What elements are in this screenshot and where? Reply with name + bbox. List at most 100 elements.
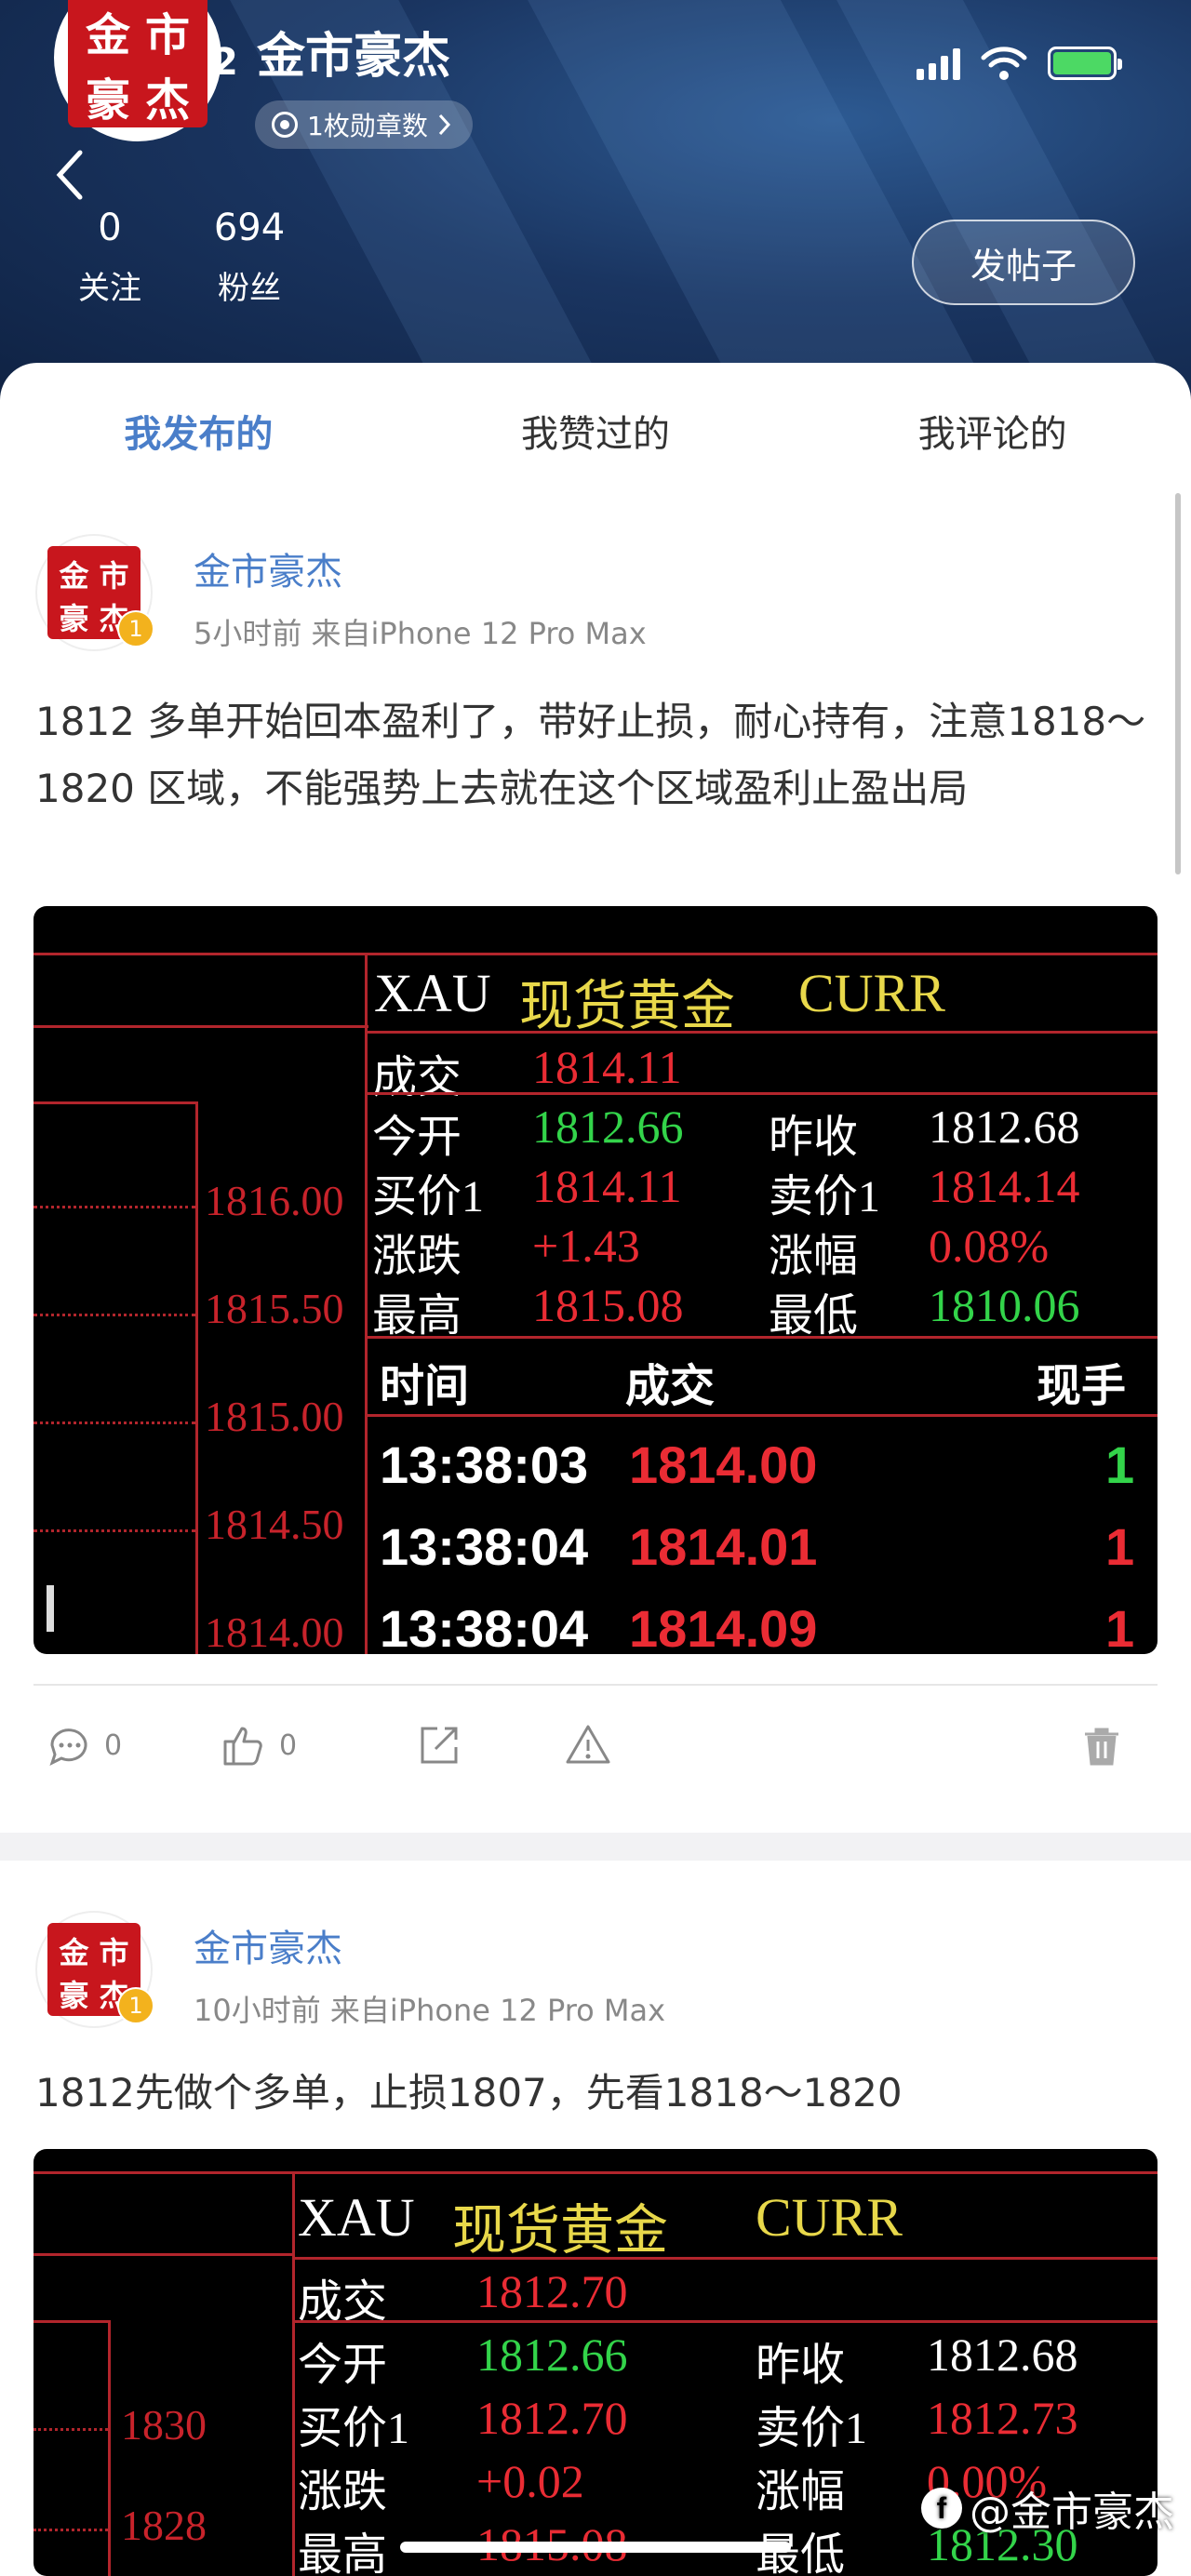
row-label: 涨幅 — [769, 1232, 859, 1281]
row-label: 最高 — [298, 2530, 388, 2576]
ask-value: 1814.14 — [929, 1160, 1080, 1212]
trash-icon — [1085, 1728, 1118, 1766]
deal-value: 1814.11 — [532, 1041, 682, 1093]
followers-count: 694 — [213, 207, 286, 249]
row-label: 昨收 — [756, 2341, 846, 2390]
chevron-right-icon — [438, 113, 450, 136]
row-label: 涨幅 — [756, 2467, 846, 2516]
post-actions: 0 0 — [0, 1702, 1191, 1795]
battery-icon — [1048, 47, 1122, 80]
back-arrow-icon[interactable] — [50, 147, 87, 203]
report-button[interactable] — [564, 1721, 612, 1769]
share-button[interactable] — [415, 1721, 463, 1769]
tab-liked[interactable]: 我赞过的 — [397, 389, 795, 458]
quote-currency: CURR — [798, 963, 945, 1023]
tick-price: 1814.01 — [629, 1517, 818, 1576]
post-card: 金市 豪杰 1 金市豪杰 10小时前 来自iPhone 12 Pro Max 1… — [0, 1861, 1191, 2576]
share-icon — [421, 1727, 458, 1764]
watermark: f @金市豪杰 — [921, 2478, 1174, 2538]
post-author[interactable]: 金市豪杰 — [194, 541, 342, 595]
followers-label: 粉丝 — [218, 270, 281, 307]
create-post-button[interactable]: 发帖子 — [912, 220, 1135, 305]
post-avatar[interactable]: 金市 豪杰 1 — [35, 534, 154, 651]
tick-time: 13:38:04 — [380, 1517, 589, 1576]
bid-value: 1812.70 — [476, 2392, 628, 2444]
like-count: 0 — [279, 1728, 298, 1762]
post-meta: 10小时前 来自iPhone 12 Pro Max — [194, 1993, 666, 2028]
quote-currency: CURR — [756, 2187, 903, 2248]
following-count: 0 — [98, 207, 122, 249]
like-button[interactable]: 0 — [220, 1721, 297, 1769]
tick-volume: 1 — [1105, 1517, 1135, 1576]
axis-label: 1814.00 — [205, 1608, 344, 1654]
signal-icon — [917, 47, 960, 80]
facebook-icon: f — [921, 2488, 962, 2529]
ticks-vol-header: 现手 — [1037, 1362, 1127, 1411]
change-value: +1.43 — [532, 1220, 640, 1272]
post-avatar[interactable]: 金市 豪杰 1 — [35, 1911, 154, 2028]
prev-close-value: 1812.68 — [929, 1101, 1080, 1153]
open-value: 1812.66 — [476, 2329, 628, 2381]
post-text: 1812 多单开始回本盈利了，带好止损，耐心持有，注意1818～1820 区域，… — [35, 699, 1146, 811]
profile-avatar[interactable]: 金市 豪杰 — [54, 0, 221, 141]
ticks-time-header: 时间 — [380, 1362, 470, 1411]
row-label: 今开 — [298, 2341, 388, 2390]
watermark-text: @金市豪杰 — [970, 2489, 1174, 2536]
row-label: 最低 — [769, 1291, 859, 1341]
tick-volume: 1 — [1105, 1599, 1135, 1654]
row-label: 最高 — [372, 1291, 462, 1341]
post-card: 金市 豪杰 1 金市豪杰 5小时前 来自iPhone 12 Pro Max 18… — [0, 484, 1191, 1833]
post-meta: 5小时前 来自iPhone 12 Pro Max — [194, 616, 647, 651]
tick-price: 1814.00 — [629, 1435, 818, 1494]
row-label: 卖价1 — [756, 2404, 868, 2453]
prev-close-value: 1812.68 — [927, 2329, 1078, 2381]
quote-screenshot[interactable]: 1816.00 1815.50 1815.00 1814.50 1814.00 … — [33, 906, 1158, 1654]
tab-my-posts[interactable]: 我发布的 — [0, 389, 397, 458]
followers-stat[interactable]: 694 粉丝 — [203, 207, 296, 308]
open-value: 1812.66 — [532, 1101, 684, 1153]
comment-count: 0 — [104, 1728, 123, 1762]
following-stat[interactable]: 0 关注 — [73, 207, 147, 308]
tick-time: 13:38:03 — [380, 1435, 589, 1494]
delete-button[interactable] — [1077, 1721, 1126, 1769]
quote-symbol: XAU — [298, 2187, 415, 2248]
row-label: 今开 — [372, 1113, 462, 1162]
profile-tabs: 我发布的 我赞过的 我评论的 — [0, 363, 1191, 484]
axis-label: 1828 — [121, 2502, 207, 2549]
row-label: 卖价1 — [769, 1172, 881, 1221]
home-indicator[interactable] — [400, 2542, 791, 2553]
medal-count-label: 1枚勋章数 — [307, 111, 428, 141]
row-label: 成交 — [372, 1053, 462, 1102]
following-label: 关注 — [78, 270, 141, 307]
axis-label: 1815.00 — [205, 1393, 344, 1440]
tab-commented[interactable]: 我评论的 — [794, 389, 1191, 458]
row-label: 涨跌 — [298, 2467, 388, 2516]
post-author[interactable]: 金市豪杰 — [194, 1918, 342, 1972]
axis-label: 1814.50 — [205, 1501, 344, 1548]
level-badge: 1 — [117, 610, 154, 647]
comment-button[interactable]: 0 — [45, 1721, 122, 1769]
axis-label: 1816.00 — [205, 1177, 344, 1224]
avatar-seal: 金市 豪杰 — [68, 0, 207, 127]
row-label: 买价1 — [298, 2404, 410, 2453]
tick-price: 1814.09 — [629, 1599, 818, 1654]
bid-value: 1814.11 — [532, 1160, 682, 1212]
medal-count-badge[interactable]: 1枚勋章数 — [255, 100, 473, 149]
axis-label: 1830 — [121, 2401, 207, 2449]
ticks-price-header: 成交 — [625, 1362, 716, 1411]
comment-icon — [49, 1728, 87, 1766]
low-value: 1810.06 — [929, 1279, 1080, 1331]
quote-name: 现货黄金 — [452, 2200, 669, 2261]
high-value: 1815.08 — [532, 1279, 684, 1331]
medal-icon — [272, 112, 298, 138]
tick-volume: 1 — [1105, 1435, 1135, 1494]
deal-value: 1812.70 — [476, 2265, 628, 2317]
axis-label: 1815.50 — [205, 1285, 344, 1332]
profile-username: 金市豪杰 — [257, 29, 451, 85]
warning-icon — [566, 1725, 610, 1764]
tick-time: 13:38:04 — [380, 1599, 589, 1654]
post-divider — [33, 1684, 1158, 1686]
change-value: +0.02 — [476, 2455, 584, 2507]
scrollbar[interactable] — [1175, 493, 1181, 874]
wifi-icon — [981, 47, 1027, 80]
